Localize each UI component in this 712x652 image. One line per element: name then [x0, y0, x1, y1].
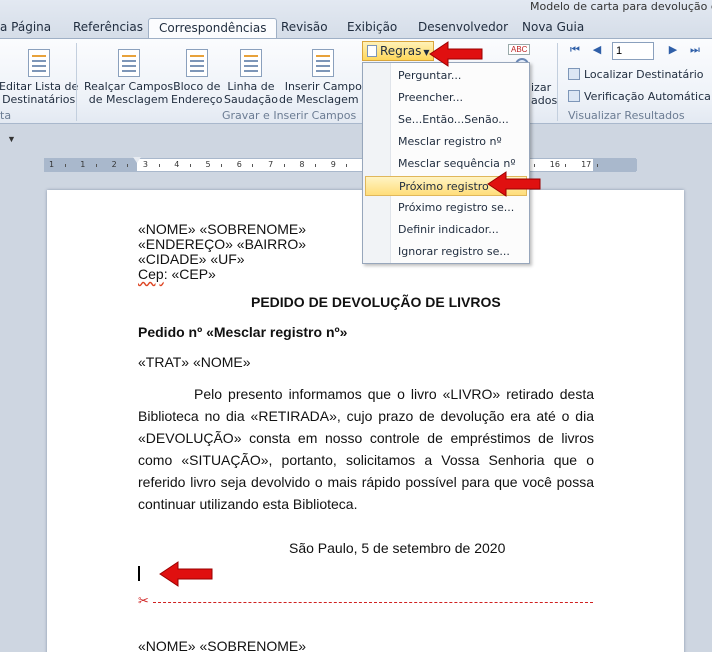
- next-record-icon[interactable]: ▶: [666, 43, 680, 57]
- ruler-tick: [221, 164, 223, 167]
- address-block-icon: [185, 49, 208, 77]
- check-errors-icon[interactable]: ABC: [508, 44, 531, 55]
- arrow-icon: [487, 171, 541, 197]
- quick-access-row: ▼: [0, 125, 712, 157]
- ruler-tick: [95, 164, 97, 167]
- horizontal-ruler[interactable]: 11234567891011121314151617: [44, 157, 637, 173]
- menu-item-proximo-registro-se[interactable]: Próximo registro se...: [365, 198, 527, 218]
- ruler-tick: [596, 164, 598, 167]
- cep-line: Cep: «CEP»: [138, 267, 216, 282]
- dropdown-arrow-icon[interactable]: ▼: [7, 134, 16, 144]
- tab-referencias[interactable]: Referências: [73, 18, 143, 38]
- cut-line: ✂: [138, 593, 594, 608]
- tab-nova-guia[interactable]: Nova Guia: [522, 18, 584, 38]
- ruler-tick: [315, 164, 317, 167]
- ribbon-separator: [557, 43, 558, 121]
- preview-navigation: ⏮ ◀ ▶ ⏭ Localizar Destinatário Verificaç…: [560, 40, 712, 120]
- arrow-icon: [159, 561, 213, 587]
- ruler-number: 7: [268, 160, 274, 169]
- menu-item-preencher[interactable]: Preencher...: [365, 88, 527, 108]
- next-address-line: «NOME» «SOBRENOME»: [138, 638, 307, 652]
- ruler-number: 1: [49, 160, 55, 169]
- edit-recipients-icon: [27, 49, 50, 77]
- indent-marker[interactable]: [133, 157, 141, 173]
- menu-item-se-entao-senao[interactable]: Se...Então...Senão...: [365, 110, 527, 130]
- date-line: São Paulo, 5 de setembro de 2020: [289, 540, 506, 556]
- ruler-tick: [283, 164, 285, 167]
- auto-check-icon: [568, 90, 580, 102]
- ruler-number: 4: [174, 160, 180, 169]
- previous-record-icon[interactable]: ◀: [590, 43, 604, 57]
- inserir-campo-mesclagem-button[interactable]: Inserir Campo de Mesclagem ▾: [279, 49, 368, 106]
- first-record-icon[interactable]: ⏮: [568, 43, 582, 57]
- tab-revisao[interactable]: Revisão: [281, 18, 328, 38]
- arrow-icon: [429, 41, 483, 67]
- ruler-number: 6: [236, 160, 242, 169]
- cep-label: Cep: [138, 266, 164, 282]
- ruler-number: 2: [111, 160, 117, 169]
- ruler-number: 8: [299, 160, 305, 169]
- tab-exibicao[interactable]: Exibição: [347, 18, 397, 38]
- address-line-1: «NOME» «SOBRENOME»: [138, 221, 307, 237]
- regras-button[interactable]: Regras ▼: [362, 41, 434, 61]
- cep-value: : «CEP»: [163, 266, 216, 282]
- ruler-tick: [534, 164, 536, 167]
- ruler-number: 1: [80, 160, 86, 169]
- find-recipient-icon: [568, 68, 580, 80]
- ruler-tick: [252, 164, 254, 167]
- window-title: Modelo de carta para devolução de: [530, 0, 712, 13]
- tab-desenvolvedor[interactable]: Desenvolvedor: [418, 18, 508, 38]
- body-paragraph: Pelo presento informamos que o livro «LI…: [138, 386, 594, 512]
- address-line-2: «ENDEREÇO» «BAIRRO»: [138, 236, 307, 252]
- scissors-icon: ✂: [138, 593, 149, 608]
- ruler-number: 3: [142, 160, 148, 169]
- ribbon-tab-strip: Modelo de carta para devolução de a Pági…: [0, 0, 712, 39]
- group-label-partial: ta: [0, 109, 12, 122]
- regras-dropdown-menu: Perguntar... Preencher... Se...Então...S…: [362, 62, 530, 264]
- greeting-line-icon: [239, 49, 262, 77]
- last-record-icon[interactable]: ⏭: [688, 43, 702, 57]
- menu-item-mesclar-registro[interactable]: Mesclar registro nº: [365, 132, 527, 152]
- insert-merge-field-icon: [312, 49, 335, 77]
- text-cursor: [138, 566, 140, 581]
- address-line-3: «CIDADE» «UF»: [138, 251, 245, 267]
- ruler-margin-left: [45, 159, 137, 171]
- verificacao-automatica-button[interactable]: Verificação Automática d: [568, 90, 712, 103]
- saudacao-line: «TRAT» «NOME»: [138, 354, 251, 370]
- ruler-number: 9: [330, 160, 336, 169]
- highlight-fields-icon: [117, 49, 140, 77]
- tab-layout-da-pagina[interactable]: a Página: [0, 18, 51, 38]
- editar-lista-destinatarios-button[interactable]: Editar Lista de Destinatários: [0, 49, 78, 106]
- menu-item-perguntar[interactable]: Perguntar...: [365, 66, 527, 86]
- ruler-margin-right: [593, 159, 637, 171]
- ruler-tick: [158, 164, 160, 167]
- ribbon-separator: [76, 43, 77, 121]
- bloco-endereco-button[interactable]: Bloco de Endereço: [171, 49, 223, 106]
- ruler-tick: [64, 164, 66, 167]
- ruler-tick: [189, 164, 191, 167]
- record-number-input[interactable]: [612, 42, 654, 60]
- rules-icon: [367, 45, 377, 57]
- realcar-campos-button[interactable]: Realçar Campos de Mesclagem: [84, 49, 173, 106]
- ruler-number: 5: [205, 160, 211, 169]
- localizar-destinatario-button[interactable]: Localizar Destinatário: [568, 68, 704, 81]
- tab-correspondencias[interactable]: Correspondências: [148, 18, 278, 39]
- ruler-tick: [127, 164, 129, 167]
- ruler-number: 16: [549, 160, 560, 169]
- visualizar-partial-top: izar: [531, 81, 552, 94]
- ruler-number: 17: [581, 160, 592, 169]
- visualizar-partial-bottom: ados: [531, 94, 558, 107]
- linha-saudacao-button[interactable]: Linha de Saudação: [224, 49, 278, 106]
- dashed-separator: [153, 602, 593, 603]
- ruler-tick: [346, 164, 348, 167]
- pedido-line: Pedido nº «Mesclar registro nº»: [138, 324, 348, 340]
- menu-item-ignorar-registro-se[interactable]: Ignorar registro se...: [365, 242, 527, 262]
- document-title: PEDIDO DE DEVOLUÇÃO DE LIVROS: [251, 294, 501, 310]
- group-label-gravar: Gravar e Inserir Campos: [222, 109, 357, 122]
- menu-item-definir-indicador[interactable]: Definir indicador...: [365, 220, 527, 240]
- ruler-tick: [565, 164, 567, 167]
